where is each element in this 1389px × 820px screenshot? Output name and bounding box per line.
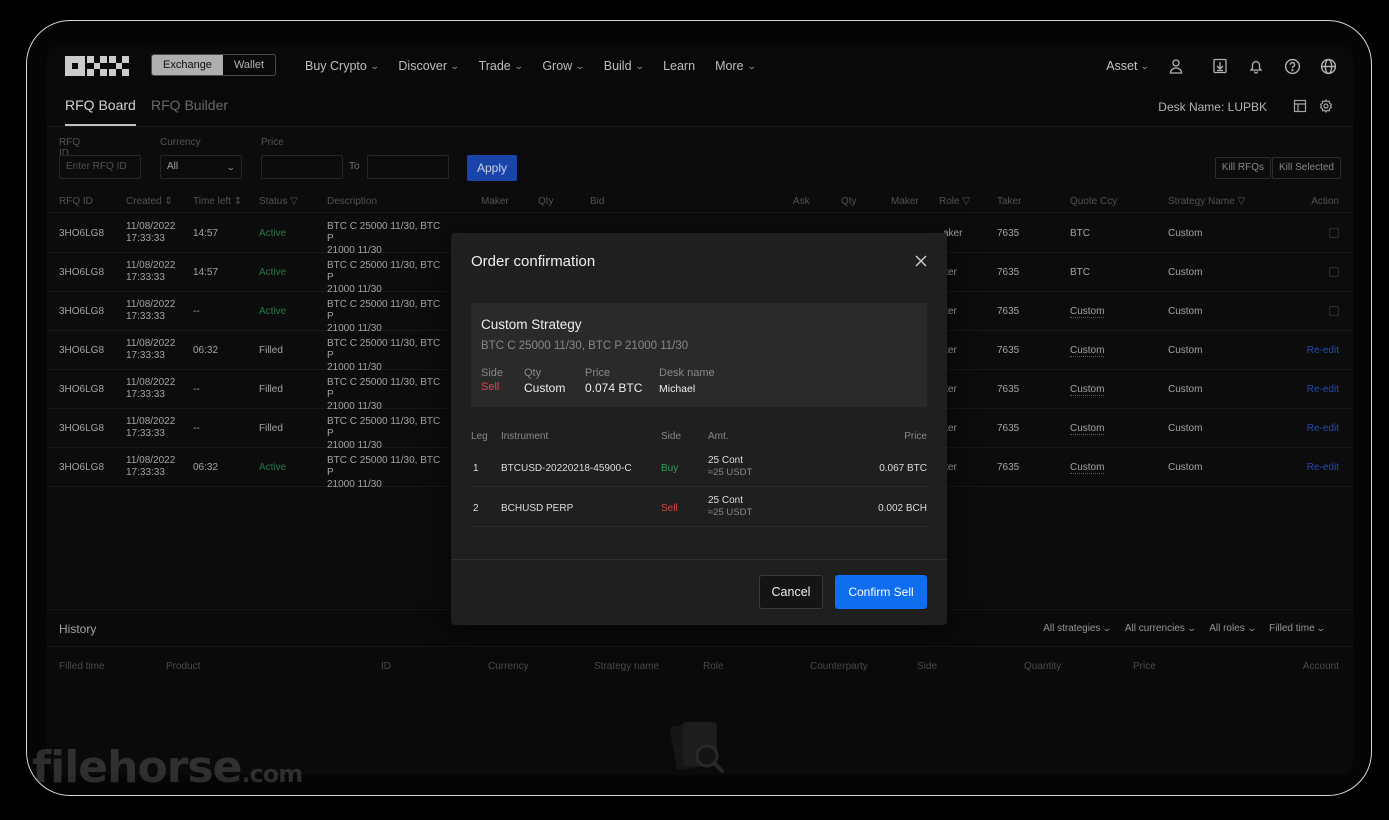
leg-row: 2 BCHUSD PERP Sell 25 Cont ≈25 USDT 0.002…	[471, 487, 927, 527]
leg-instrument: BTCUSD-20220218-45900-C	[501, 463, 632, 474]
app-screen: Exchange Wallet Buy Crypto ⌄ Discover ⌄ Tr…	[47, 45, 1353, 775]
filehorse-watermark: filehorse.com	[32, 742, 303, 793]
strategy-description: BTC C 25000 11/30, BTC P 21000 11/30	[481, 340, 689, 352]
device-frame: Exchange Wallet Buy Crypto ⌄ Discover ⌄ Tr…	[26, 20, 1372, 796]
leg-price: 0.067 BTC	[879, 463, 927, 474]
close-icon[interactable]	[913, 253, 929, 269]
leg-side: Sell	[661, 503, 678, 514]
modal-divider	[451, 559, 947, 560]
cancel-button[interactable]: Cancel	[759, 575, 823, 609]
order-confirmation-modal: Order confirmation Custom Strategy BTC C…	[451, 233, 947, 625]
desk-name-value: Michael	[659, 383, 696, 395]
leg-side: Buy	[661, 463, 679, 474]
side-value: Sell	[481, 381, 500, 393]
price-value: 0.074 BTC	[585, 381, 643, 395]
confirm-sell-button[interactable]: Confirm Sell	[835, 575, 927, 609]
qty-value: Custom	[524, 381, 566, 395]
leg-price: 0.002 BCH	[878, 503, 927, 514]
strategy-summary: Custom Strategy BTC C 25000 11/30, BTC P…	[471, 303, 927, 407]
modal-title: Order confirmation	[471, 253, 596, 270]
leg-instrument: BCHUSD PERP	[501, 503, 574, 514]
strategy-name: Custom Strategy	[481, 317, 582, 332]
leg-row: 1 BTCUSD-20220218-45900-C Buy 25 Cont ≈25…	[471, 447, 927, 487]
